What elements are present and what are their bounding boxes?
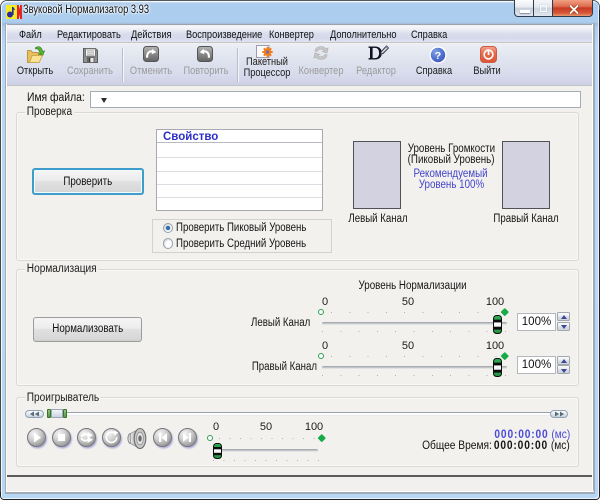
svg-text:?: ? bbox=[435, 50, 441, 62]
